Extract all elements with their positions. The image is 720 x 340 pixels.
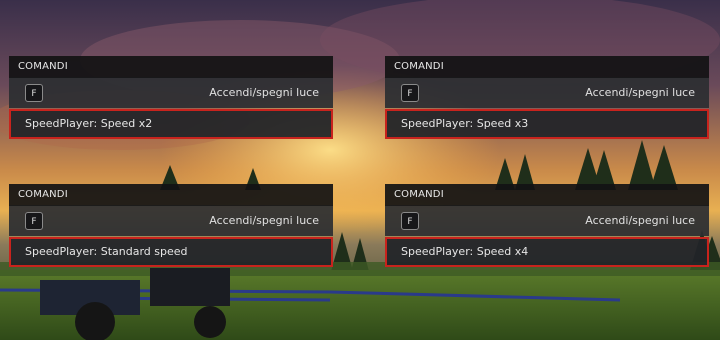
key-binding-row[interactable]: F Accendi/spegni luce bbox=[9, 77, 333, 108]
key-f-badge: F bbox=[25, 212, 43, 230]
speedplayer-status: SpeedPlayer: Speed x3 bbox=[385, 109, 709, 139]
light-toggle-label: Accendi/spegni luce bbox=[585, 86, 695, 99]
speedplayer-status: SpeedPlayer: Standard speed bbox=[9, 237, 333, 267]
key-f-badge: F bbox=[401, 84, 419, 102]
light-toggle-label: Accendi/spegni luce bbox=[209, 214, 319, 227]
panel-title: COMANDI bbox=[9, 184, 333, 205]
panel-title: COMANDI bbox=[385, 56, 709, 77]
key-f-badge: F bbox=[25, 84, 43, 102]
speedplayer-status: SpeedPlayer: Speed x2 bbox=[9, 109, 333, 139]
key-binding-row[interactable]: F Accendi/spegni luce bbox=[385, 205, 709, 236]
key-binding-row[interactable]: F Accendi/spegni luce bbox=[385, 77, 709, 108]
controls-panel-top-right: COMANDI F Accendi/spegni luce SpeedPlaye… bbox=[385, 56, 709, 139]
game-background-scene bbox=[0, 0, 720, 340]
panel-title: COMANDI bbox=[9, 56, 333, 77]
key-binding-row[interactable]: F Accendi/spegni luce bbox=[9, 205, 333, 236]
controls-panel-bottom-left: COMANDI F Accendi/spegni luce SpeedPlaye… bbox=[9, 184, 333, 267]
speedplayer-status: SpeedPlayer: Speed x4 bbox=[385, 237, 709, 267]
controls-panel-top-left: COMANDI F Accendi/spegni luce SpeedPlaye… bbox=[9, 56, 333, 139]
controls-panel-bottom-right: COMANDI F Accendi/spegni luce SpeedPlaye… bbox=[385, 184, 709, 267]
light-toggle-label: Accendi/spegni luce bbox=[585, 214, 695, 227]
key-f-badge: F bbox=[401, 212, 419, 230]
light-toggle-label: Accendi/spegni luce bbox=[209, 86, 319, 99]
panel-title: COMANDI bbox=[385, 184, 709, 205]
